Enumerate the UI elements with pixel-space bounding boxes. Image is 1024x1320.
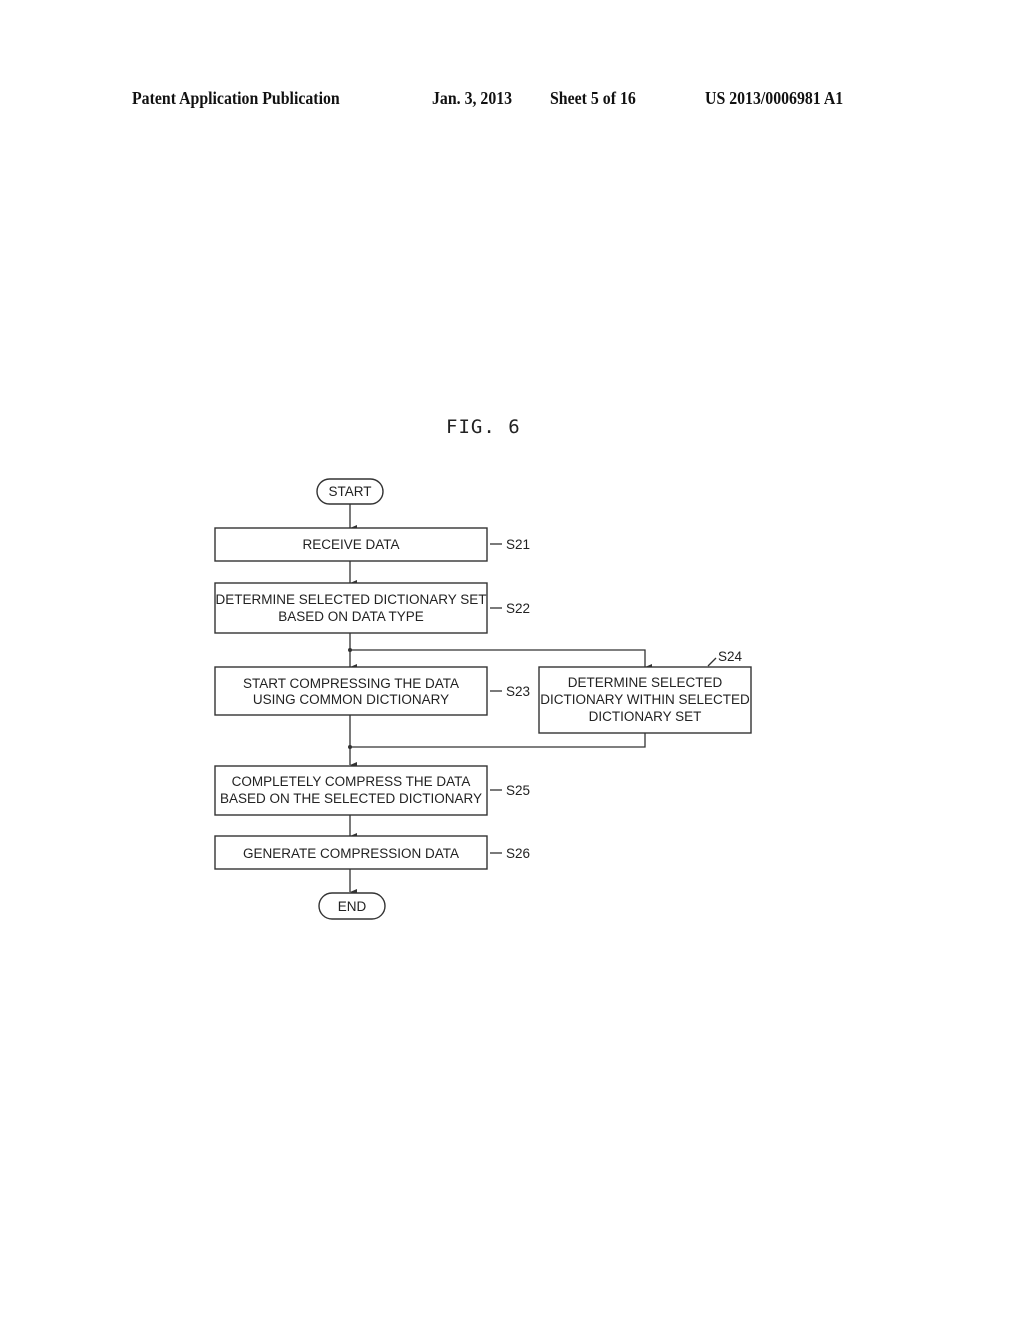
step-s21: RECEIVE DATA S21: [214, 527, 530, 562]
step-s25-text-1: COMPLETELY COMPRESS THE DATA: [232, 774, 471, 789]
step-s22: DETERMINE SELECTED DICTIONARY SET BASED …: [214, 582, 530, 634]
start-label: START: [328, 484, 371, 499]
flowchart: START RECEIVE DATA S21 DETERMINE SELECTE…: [214, 478, 752, 920]
step-s23: START COMPRESSING THE DATA USING COMMON …: [214, 666, 530, 716]
arrow-branch-s24: [350, 649, 652, 670]
step-s22-text-2: BASED ON DATA TYPE: [278, 609, 424, 624]
step-s24-text-3: DICTIONARY SET: [589, 709, 702, 724]
branch-junction: [348, 648, 352, 652]
step-s21-text: RECEIVE DATA: [302, 537, 399, 552]
step-s25: COMPLETELY COMPRESS THE DATA BASED ON TH…: [214, 765, 530, 816]
step-s25-label: S25: [506, 783, 530, 798]
step-s26-label: S26: [506, 846, 530, 861]
step-s22-text-1: DETERMINE SELECTED DICTIONARY SET: [215, 592, 486, 607]
arrow-s24-merge: [350, 733, 646, 748]
step-s24-label: S24: [718, 649, 743, 664]
step-s23-label: S23: [506, 684, 530, 699]
step-s24-text-1: DETERMINE SELECTED: [568, 675, 723, 690]
step-s21-label: S21: [506, 537, 530, 552]
step-s23-text-2: USING COMMON DICTIONARY: [253, 692, 449, 707]
step-s24-text-2: DICTIONARY WITHIN SELECTED: [540, 692, 750, 707]
end-terminal: END: [318, 892, 386, 920]
end-label: END: [338, 899, 367, 914]
step-s26-text: GENERATE COMPRESSION DATA: [243, 846, 459, 861]
step-s23-text-1: START COMPRESSING THE DATA: [243, 676, 459, 691]
step-s25-text-2: BASED ON THE SELECTED DICTIONARY: [220, 791, 482, 806]
merge-junction: [348, 745, 352, 749]
start-terminal: START: [316, 478, 384, 505]
step-s22-label: S22: [506, 601, 530, 616]
step-s26: GENERATE COMPRESSION DATA S26: [214, 835, 530, 870]
